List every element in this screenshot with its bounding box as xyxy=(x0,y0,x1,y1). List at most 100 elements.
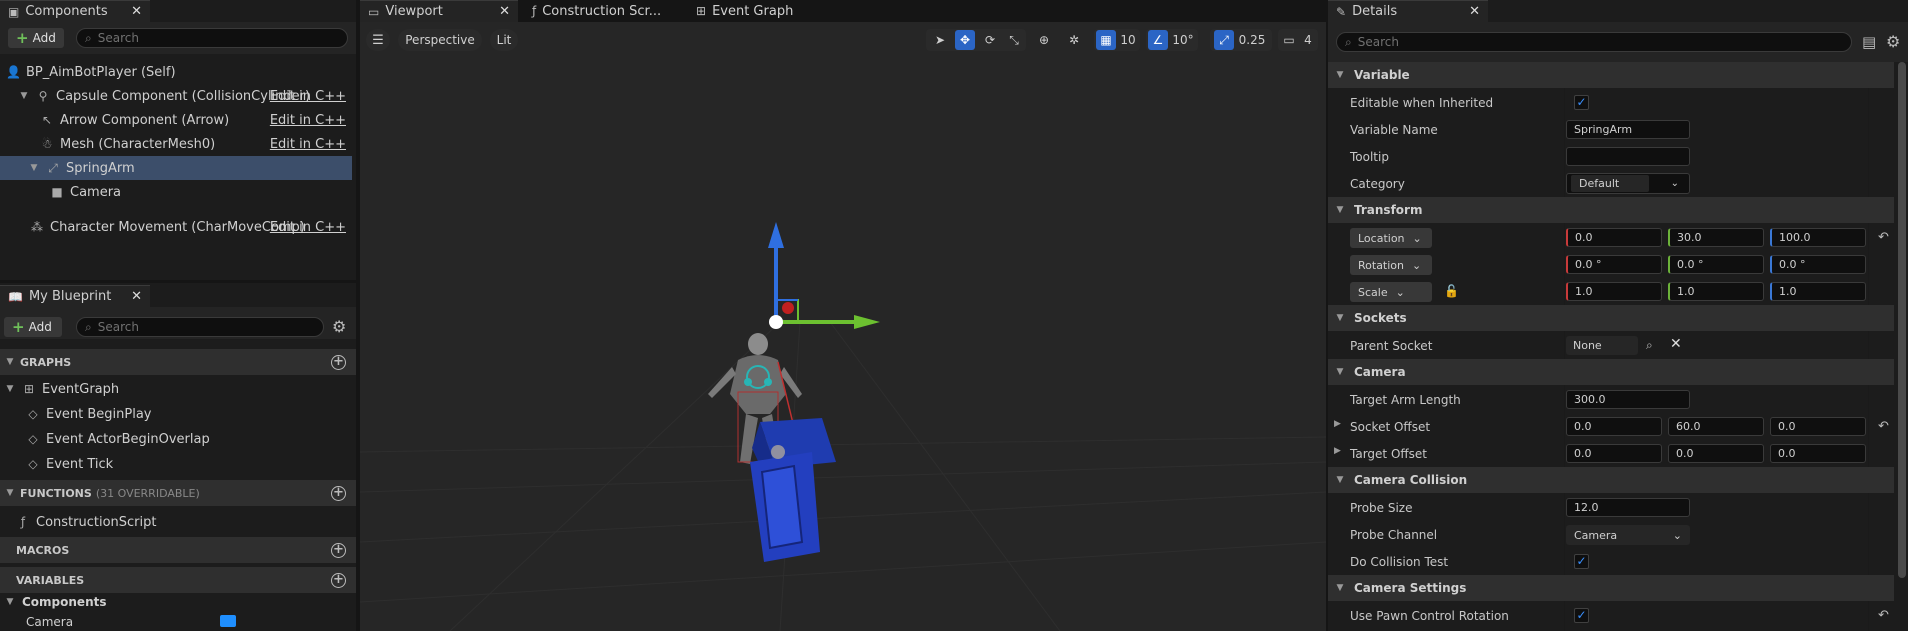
caret-right-icon[interactable]: ▶ xyxy=(1334,446,1341,456)
rotation-mode-dropdown[interactable]: Rotation ⌄ xyxy=(1350,255,1432,275)
settings-gear-icon[interactable]: ⚙ xyxy=(332,317,346,336)
location-z-field[interactable]: 100.0 xyxy=(1770,228,1866,247)
target-offset-y-field[interactable]: 0.0 xyxy=(1668,444,1764,463)
add-macro-icon[interactable]: + xyxy=(331,542,346,558)
category-field[interactable]: Default ⌄ xyxy=(1566,173,1690,194)
add-member-button[interactable]: + Add xyxy=(4,317,62,337)
tab-construction-script[interactable]: ƒ Construction Scr... xyxy=(524,0,684,22)
probe-channel-dropdown[interactable]: Camera ⌄ xyxy=(1566,525,1690,545)
do-collision-test-checkbox[interactable]: ✓ xyxy=(1574,554,1589,569)
lock-icon[interactable]: 🔓 xyxy=(1444,284,1459,298)
browse-socket-icon[interactable]: ⌕ xyxy=(1646,338,1653,353)
caret-down-icon[interactable]: ▼ xyxy=(4,488,16,498)
scale-x-field[interactable]: 1.0 xyxy=(1566,282,1662,301)
grid-snap-value[interactable]: 10 xyxy=(1118,30,1138,50)
scale-snap-value[interactable]: 0.25 xyxy=(1236,30,1268,50)
caret-down-icon[interactable]: ▼ xyxy=(28,163,40,173)
chevron-down-icon[interactable]: ⌄ xyxy=(1671,178,1679,189)
variable-name-field[interactable]: SpringArm xyxy=(1566,120,1690,139)
caret-down-icon[interactable]: ▼ xyxy=(4,357,16,367)
parent-socket-field[interactable]: None xyxy=(1566,336,1638,355)
edit-in-cpp-link[interactable]: Edit in C++ xyxy=(270,113,346,128)
variable-section[interactable]: ▼ Variable xyxy=(1328,62,1894,88)
macros-section[interactable]: MACROS + xyxy=(0,537,356,563)
settings-gear-icon[interactable]: ⚙ xyxy=(1886,32,1900,51)
editable-when-inherited-checkbox[interactable]: ✓ xyxy=(1574,95,1589,110)
rotate-tool-button[interactable]: ⟳ xyxy=(980,30,1000,50)
tree-item-self[interactable]: 👤 BP_AimBotPlayer (Self) xyxy=(0,60,352,84)
perspective-button[interactable]: Perspective xyxy=(398,29,482,51)
grid-snap-toggle[interactable]: ▦ xyxy=(1096,30,1116,50)
tree-item-springarm[interactable]: ▼ ⤢ SpringArm xyxy=(0,156,352,180)
socket-offset-z-field[interactable]: 0.0 xyxy=(1770,417,1866,436)
details-search-input[interactable] xyxy=(1357,35,1843,49)
construction-script-item[interactable]: ƒ ConstructionScript xyxy=(0,510,356,534)
surface-snap-button[interactable]: ✲ xyxy=(1064,30,1084,50)
tree-item-movement[interactable]: ⁂ Character Movement (CharMoveComp) Edit… xyxy=(0,215,352,239)
reset-to-default-icon[interactable]: ↶ xyxy=(1878,419,1889,434)
category-value[interactable]: Default xyxy=(1571,175,1649,192)
location-x-field[interactable]: 0.0 xyxy=(1566,228,1662,247)
socket-offset-y-field[interactable]: 60.0 xyxy=(1668,417,1764,436)
socket-offset-x-field[interactable]: 0.0 xyxy=(1566,417,1662,436)
viewport-menu-button[interactable]: ☰ xyxy=(366,29,390,51)
rotation-z-field[interactable]: 0.0 ° xyxy=(1770,255,1866,274)
tab-details[interactable]: ✎ Details ✕ xyxy=(1328,0,1488,22)
target-arm-length-field[interactable]: 300.0 xyxy=(1566,390,1690,409)
location-y-field[interactable]: 30.0 xyxy=(1668,228,1764,247)
rotation-x-field[interactable]: 0.0 ° xyxy=(1566,255,1662,274)
blueprint-search-input[interactable] xyxy=(97,320,315,334)
world-local-button[interactable]: ⊕ xyxy=(1034,30,1054,50)
transform-section[interactable]: ▼ Transform xyxy=(1328,197,1894,223)
edit-in-cpp-link[interactable]: Edit in C++ xyxy=(270,220,346,235)
translate-tool-button[interactable]: ✥ xyxy=(955,30,975,50)
scale-z-field[interactable]: 1.0 xyxy=(1770,282,1866,301)
components-category[interactable]: ▼ Components xyxy=(0,592,356,612)
close-icon[interactable]: ✕ xyxy=(131,4,142,19)
viewport[interactable] xyxy=(360,22,1326,631)
functions-section[interactable]: ▼ FUNCTIONS (31 OVERRIDABLE) + xyxy=(0,480,356,506)
add-component-button[interactable]: + Add xyxy=(8,28,64,48)
sockets-section[interactable]: ▼ Sockets xyxy=(1328,305,1894,331)
tab-components[interactable]: ▣ Components ✕ xyxy=(0,0,150,22)
caret-down-icon[interactable]: ▼ xyxy=(4,597,16,607)
tree-item-mesh[interactable]: ☃ Mesh (CharacterMesh0) Edit in C++ xyxy=(0,132,352,156)
clear-icon[interactable]: ✕ xyxy=(1670,336,1682,352)
select-tool-button[interactable]: ➤ xyxy=(930,30,950,50)
tab-viewport[interactable]: ▭ Viewport ✕ xyxy=(360,0,518,22)
tooltip-field[interactable] xyxy=(1566,147,1690,166)
camera-settings-section[interactable]: ▼ Camera Settings xyxy=(1328,575,1894,601)
add-graph-icon[interactable]: + xyxy=(331,354,346,370)
event-item[interactable]: ◇ Event BeginPlay xyxy=(0,402,356,426)
caret-down-icon[interactable]: ▼ xyxy=(1334,475,1346,485)
caret-down-icon[interactable]: ▼ xyxy=(1334,367,1346,377)
transform-gizmo[interactable] xyxy=(768,222,880,329)
tree-item-arrow[interactable]: ↖ Arrow Component (Arrow) Edit in C++ xyxy=(0,108,352,132)
reset-to-default-icon[interactable]: ↶ xyxy=(1878,230,1889,245)
use-pawn-control-rotation-checkbox[interactable]: ✓ xyxy=(1574,608,1589,623)
caret-down-icon[interactable]: ▼ xyxy=(1334,205,1346,215)
scale-y-field[interactable]: 1.0 xyxy=(1668,282,1764,301)
graphs-section[interactable]: ▼ GRAPHS + xyxy=(0,349,356,375)
caret-right-icon[interactable]: ▶ xyxy=(1334,419,1341,429)
rotation-snap-toggle[interactable]: ∠ xyxy=(1148,30,1168,50)
lit-button[interactable]: Lit xyxy=(490,29,518,51)
rotation-y-field[interactable]: 0.0 ° xyxy=(1668,255,1764,274)
tree-item-camera[interactable]: ■ Camera xyxy=(0,180,352,204)
camera-section[interactable]: ▼ Camera xyxy=(1328,359,1894,385)
rotation-snap-value[interactable]: 10° xyxy=(1170,30,1196,50)
scale-tool-button[interactable]: ⤡ xyxy=(1004,30,1024,50)
caret-down-icon[interactable]: ▼ xyxy=(1334,583,1346,593)
edit-in-cpp-link[interactable]: Edit in C++ xyxy=(270,89,346,104)
event-item[interactable]: ◇ Event Tick xyxy=(0,452,356,476)
caret-down-icon[interactable]: ▼ xyxy=(18,91,30,101)
tab-event-graph[interactable]: ⊞ Event Graph xyxy=(688,0,838,22)
edit-in-cpp-link[interactable]: Edit in C++ xyxy=(270,137,346,152)
location-mode-dropdown[interactable]: Location ⌄ xyxy=(1350,228,1432,248)
probe-size-field[interactable]: 12.0 xyxy=(1566,498,1690,517)
close-icon[interactable]: ✕ xyxy=(1469,4,1480,19)
target-offset-x-field[interactable]: 0.0 xyxy=(1566,444,1662,463)
camera-collision-section[interactable]: ▼ Camera Collision xyxy=(1328,467,1894,493)
blueprint-search[interactable]: ⌕ xyxy=(76,317,324,337)
table-view-icon[interactable]: ▤ xyxy=(1862,33,1876,51)
